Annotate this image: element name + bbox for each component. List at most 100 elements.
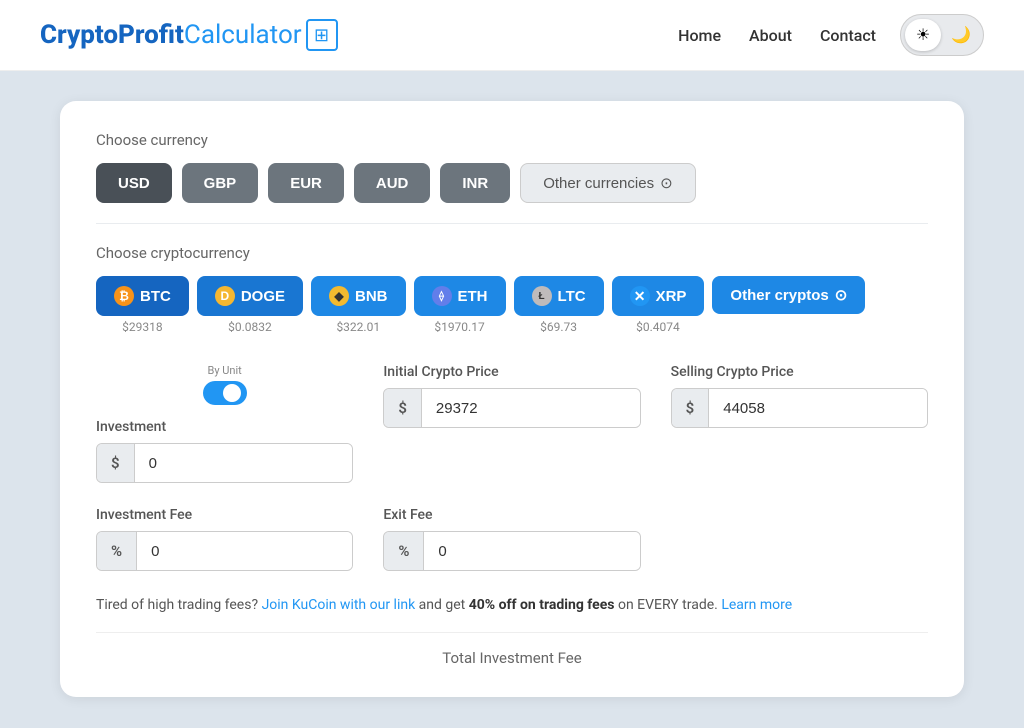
exit-fee-input[interactable] (424, 532, 640, 570)
investment-label: Investment (96, 419, 353, 435)
dark-mode-button[interactable]: 🌙 (943, 19, 979, 51)
crypto-label: Choose cryptocurrency (96, 244, 928, 262)
main-wrapper: Choose currency USD GBP EUR AUD INR Othe… (0, 71, 1024, 728)
currency-aud[interactable]: AUD (354, 163, 431, 203)
investment-fee-group: Investment Fee % (96, 507, 353, 571)
currency-eur[interactable]: EUR (268, 163, 344, 203)
investment-input-wrapper: $ (96, 443, 353, 483)
crypto-xrp-button[interactable]: ✕ XRP (612, 276, 705, 316)
selling-price-input[interactable] (709, 389, 928, 427)
xrp-icon: ✕ (630, 286, 650, 306)
toggle-slider (203, 381, 247, 405)
logo-icon: ⊞ (306, 19, 338, 51)
selling-price-prefix: $ (672, 389, 710, 427)
investment-fee-label: Investment Fee (96, 507, 353, 523)
navbar: CryptoProfitCalculator ⊞ Home About Cont… (0, 0, 1024, 71)
logo-crypto: Crypto (40, 20, 118, 50)
total-footer: Total Investment Fee (96, 632, 928, 667)
exit-fee-label: Exit Fee (383, 507, 640, 523)
xrp-label: XRP (656, 288, 687, 305)
investment-fee-input[interactable] (137, 532, 353, 570)
crypto-btc-wrapper: ₿ BTC $29318 (96, 276, 189, 334)
doge-price: $0.0832 (228, 320, 272, 334)
inputs-section: By Unit Investment $ Initial Crypto Pric… (96, 364, 928, 667)
initial-price-input[interactable] (422, 389, 641, 427)
ltc-price: $69.73 (540, 320, 577, 334)
currency-label: Choose currency (96, 131, 928, 149)
selling-price-group: Selling Crypto Price $ (671, 364, 928, 483)
other-cryptos-label: Other cryptos (730, 287, 828, 304)
currency-usd[interactable]: USD (96, 163, 172, 203)
total-investment-fee-label: Total Investment Fee (442, 649, 581, 667)
crypto-other-button[interactable]: Other cryptos ⊙ (712, 276, 865, 314)
crypto-row: ₿ BTC $29318 D DOGE $0.0832 ◆ BNB (96, 276, 928, 334)
theme-toggle: ☀ 🌙 (900, 14, 984, 56)
initial-price-input-wrapper: $ (383, 388, 640, 428)
investment-input[interactable] (135, 444, 354, 482)
nav-links: Home About Contact (678, 26, 876, 45)
crypto-ltc-wrapper: Ł LTC $69.73 (514, 276, 604, 334)
btc-icon: ₿ (114, 286, 134, 306)
initial-price-prefix: $ (384, 389, 422, 427)
doge-icon: D (215, 286, 235, 306)
selling-price-input-wrapper: $ (671, 388, 928, 428)
promo-text-middle: and get (419, 597, 469, 613)
btc-price: $29318 (122, 320, 162, 334)
promo-text: Tired of high trading fees? Join KuCoin … (96, 595, 928, 616)
crypto-other-wrapper: Other cryptos ⊙ (712, 276, 865, 314)
crypto-doge-wrapper: D DOGE $0.0832 (197, 276, 303, 334)
selling-price-label: Selling Crypto Price (671, 364, 928, 380)
currency-row: USD GBP EUR AUD INR Other currencies ⊙ (96, 163, 928, 203)
divider-1 (96, 223, 928, 224)
crypto-ltc-button[interactable]: Ł LTC (514, 276, 604, 316)
light-mode-button[interactable]: ☀ (905, 19, 941, 51)
investment-fee-input-wrapper: % (96, 531, 353, 571)
exit-fee-group: Exit Fee % (383, 507, 640, 571)
promo-text-before: Tired of high trading fees? (96, 597, 258, 613)
by-unit-label: By Unit (208, 364, 242, 377)
logo[interactable]: CryptoProfitCalculator ⊞ (40, 19, 338, 51)
crypto-eth-wrapper: ⟠ ETH $1970.17 (414, 276, 506, 334)
crypto-doge-button[interactable]: D DOGE (197, 276, 303, 316)
xrp-price: $0.4074 (636, 320, 680, 334)
bnb-label: BNB (355, 288, 388, 305)
eth-icon: ⟠ (432, 286, 452, 306)
ltc-label: LTC (558, 288, 586, 305)
investment-prefix: $ (97, 444, 135, 482)
toggle-wrapper: By Unit (96, 364, 353, 405)
nav-contact[interactable]: Contact (820, 26, 876, 45)
doge-label: DOGE (241, 288, 285, 305)
eth-label: ETH (458, 288, 488, 305)
investment-group: By Unit Investment $ (96, 364, 353, 483)
promo-text-after: on EVERY trade. (618, 597, 721, 613)
exit-fee-input-wrapper: % (383, 531, 640, 571)
promo-link-learn-more[interactable]: Learn more (721, 597, 792, 613)
inputs-row-1: By Unit Investment $ Initial Crypto Pric… (96, 364, 928, 483)
crypto-eth-button[interactable]: ⟠ ETH (414, 276, 506, 316)
eth-price: $1970.17 (434, 320, 484, 334)
currency-gbp[interactable]: GBP (182, 163, 259, 203)
inputs-row-2: Investment Fee % Exit Fee % (96, 507, 928, 571)
initial-price-group: Initial Crypto Price $ (383, 364, 640, 483)
currency-inr[interactable]: INR (440, 163, 510, 203)
promo-bold-text: 40% off on trading fees (469, 597, 615, 613)
ltc-icon: Ł (532, 286, 552, 306)
logo-profit: Profit (118, 20, 184, 50)
crypto-bnb-wrapper: ◆ BNB $322.01 (311, 276, 406, 334)
crypto-bnb-button[interactable]: ◆ BNB (311, 276, 406, 316)
bnb-price: $322.01 (336, 320, 380, 334)
promo-link-kucoin[interactable]: Join KuCoin with our link (262, 597, 416, 613)
by-unit-toggle[interactable] (203, 381, 247, 405)
other-currencies-label: Other currencies (543, 175, 654, 192)
btc-label: BTC (140, 288, 171, 305)
nav-about[interactable]: About (749, 26, 792, 45)
bnb-icon: ◆ (329, 286, 349, 306)
currency-section: Choose currency USD GBP EUR AUD INR Othe… (96, 131, 928, 203)
crypto-xrp-wrapper: ✕ XRP $0.4074 (612, 276, 705, 334)
crypto-btc-button[interactable]: ₿ BTC (96, 276, 189, 316)
other-currencies-chevron-icon: ⊙ (660, 174, 673, 192)
nav-home[interactable]: Home (678, 26, 721, 45)
exit-fee-prefix: % (384, 532, 424, 570)
crypto-section: Choose cryptocurrency ₿ BTC $29318 D DOG… (96, 244, 928, 334)
currency-other[interactable]: Other currencies ⊙ (520, 163, 695, 203)
